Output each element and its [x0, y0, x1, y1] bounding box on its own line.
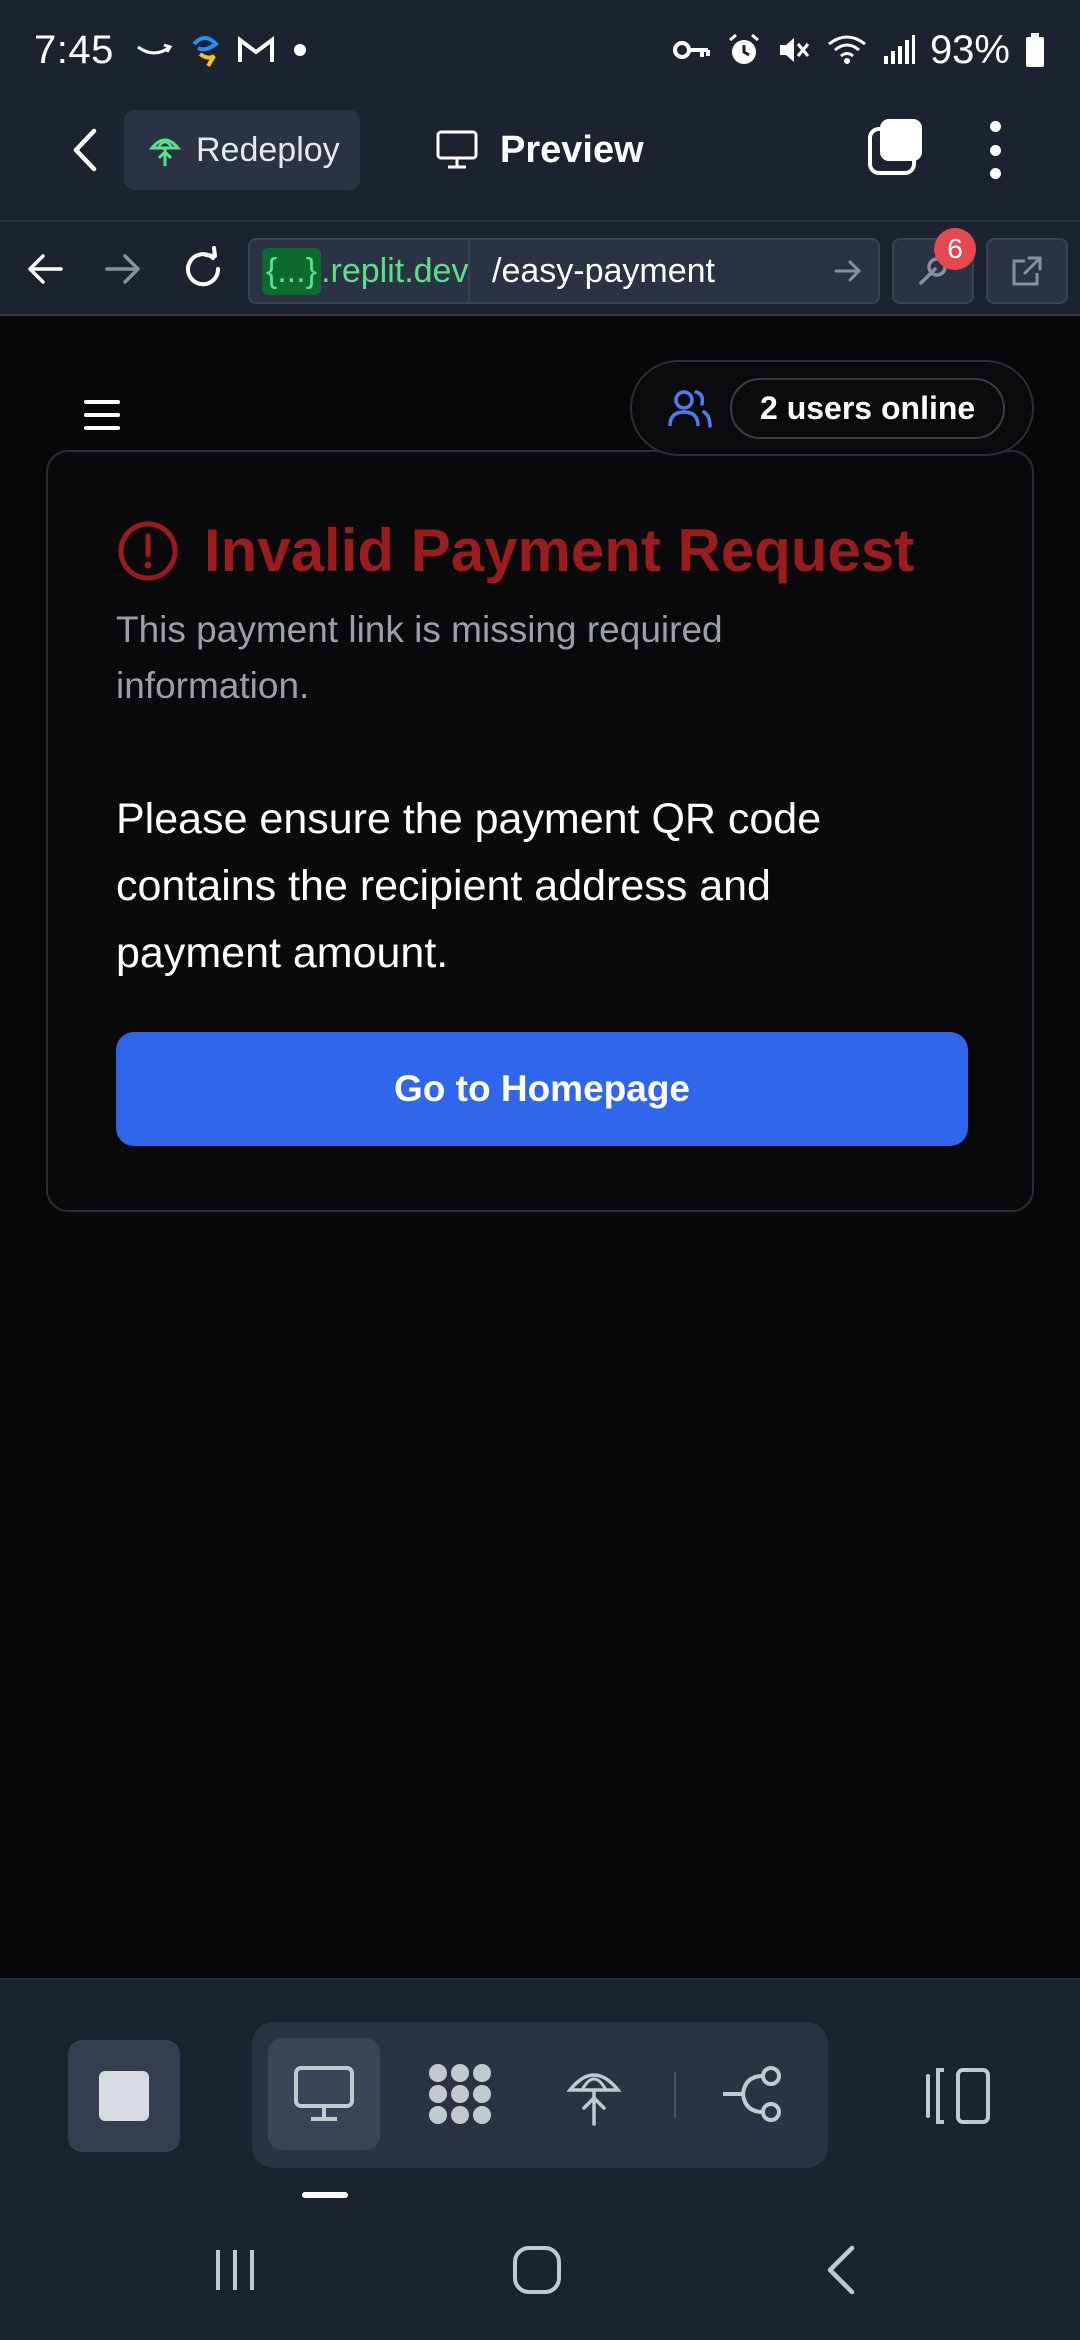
error-message: Please ensure the payment QR code contai…: [116, 795, 822, 977]
status-bar: 7:45 93%: [0, 0, 1080, 100]
monitor-icon: [436, 130, 478, 169]
recents-button[interactable]: [200, 2240, 270, 2300]
tab-deploy-view[interactable]: [538, 2038, 650, 2150]
notification-icons: [134, 30, 310, 70]
more-dot-icon: [989, 144, 1001, 156]
error-title: Invalid Payment Request: [204, 517, 915, 584]
url-host-braces: {...}: [262, 247, 322, 295]
back-button[interactable]: [55, 120, 115, 180]
battery-percent: 93%: [929, 27, 1010, 72]
error-subtitle: This payment link is missing required in…: [116, 609, 723, 706]
arrow-left-icon: [28, 254, 63, 284]
redeploy-label: Redeploy: [196, 130, 340, 169]
chevron-left-icon: [73, 128, 97, 172]
preview-label: Preview: [500, 128, 644, 171]
arrow-right-icon: [105, 254, 140, 284]
more-options-button[interactable]: [980, 115, 1010, 185]
tabs-icon: [868, 119, 922, 175]
home-button[interactable]: [502, 2240, 572, 2300]
signal-icon: [883, 35, 915, 64]
system-navigation-bar: [0, 2198, 1080, 2340]
url-field[interactable]: {...} .replit.dev /easy-payment: [248, 238, 880, 304]
url-host: {...} .replit.dev: [250, 240, 470, 302]
agent-icon: [429, 2064, 491, 2124]
open-external-button[interactable]: [986, 238, 1068, 304]
stop-button[interactable]: [68, 2040, 180, 2152]
tab-git-view[interactable]: [698, 2038, 810, 2150]
go-to-homepage-button[interactable]: Go to Homepage: [116, 1032, 968, 1146]
app-header: Redeploy Preview: [0, 100, 1080, 220]
deploy-icon: [566, 2073, 622, 2126]
tab-preview[interactable]: Preview: [436, 110, 644, 190]
monitor-icon: [294, 2066, 354, 2121]
menu-line: [84, 400, 120, 404]
chevron-left-icon: [827, 2245, 855, 2295]
system-icons: 93%: [672, 28, 1046, 73]
deploy-icon: [148, 138, 182, 166]
reload-icon: [186, 246, 221, 287]
redeploy-button[interactable]: Redeploy: [124, 110, 360, 190]
split-view-icon: [926, 2068, 990, 2124]
reload-button[interactable]: [178, 244, 228, 294]
dot-icon: [293, 44, 306, 56]
external-link-icon: [1012, 256, 1042, 286]
menu-icon[interactable]: [84, 400, 120, 430]
nav-forward-button[interactable]: [98, 244, 148, 294]
bottom-dock: [0, 1978, 1080, 2198]
error-title-row: Invalid Payment Request: [116, 516, 914, 585]
url-path: /easy-payment: [492, 251, 715, 290]
git-branch-icon: [723, 2066, 781, 2122]
battery-icon: [1026, 33, 1044, 67]
nav-back-button[interactable]: [20, 244, 70, 294]
url-go-button[interactable]: [818, 257, 878, 285]
alarm-icon: [728, 33, 759, 64]
recents-icon: [216, 2250, 254, 2290]
menu-line: [84, 413, 120, 417]
devtools-count-badge: 6: [934, 228, 976, 270]
home-icon: [513, 2246, 561, 2294]
arrow-right-icon: [834, 260, 861, 282]
wifi-icon: [828, 35, 866, 64]
more-dot-icon: [989, 121, 1001, 132]
amazon-icon: [136, 43, 173, 55]
error-card: Invalid Payment Request This payment lin…: [46, 450, 1034, 1212]
gmail-icon: [237, 36, 274, 62]
menu-line: [84, 426, 120, 430]
stop-icon: [99, 2071, 149, 2121]
browser-toolbar: {...} .replit.dev /easy-payment: [0, 220, 1080, 316]
dock-divider: [674, 2072, 676, 2118]
system-back-button[interactable]: [806, 2240, 876, 2300]
mute-icon: [779, 38, 810, 62]
status-time: 7:45: [34, 27, 114, 72]
app-icon: [192, 36, 219, 68]
vpn-key-icon: [672, 41, 710, 59]
url-host-domain: .replit.dev: [321, 251, 469, 290]
alert-circle-icon: [118, 521, 178, 580]
layout-toggle-button[interactable]: [918, 2040, 998, 2152]
users-online-indicator: 2 users online: [630, 360, 1034, 456]
tab-preview-view[interactable]: [268, 2038, 380, 2150]
users-icon: [668, 390, 712, 428]
tabs-button[interactable]: [866, 115, 926, 185]
more-dot-icon: [989, 168, 1001, 179]
view-switcher: [252, 2022, 828, 2168]
users-online-count: 2 users online: [730, 377, 1006, 439]
tab-agent-view[interactable]: [404, 2038, 516, 2150]
